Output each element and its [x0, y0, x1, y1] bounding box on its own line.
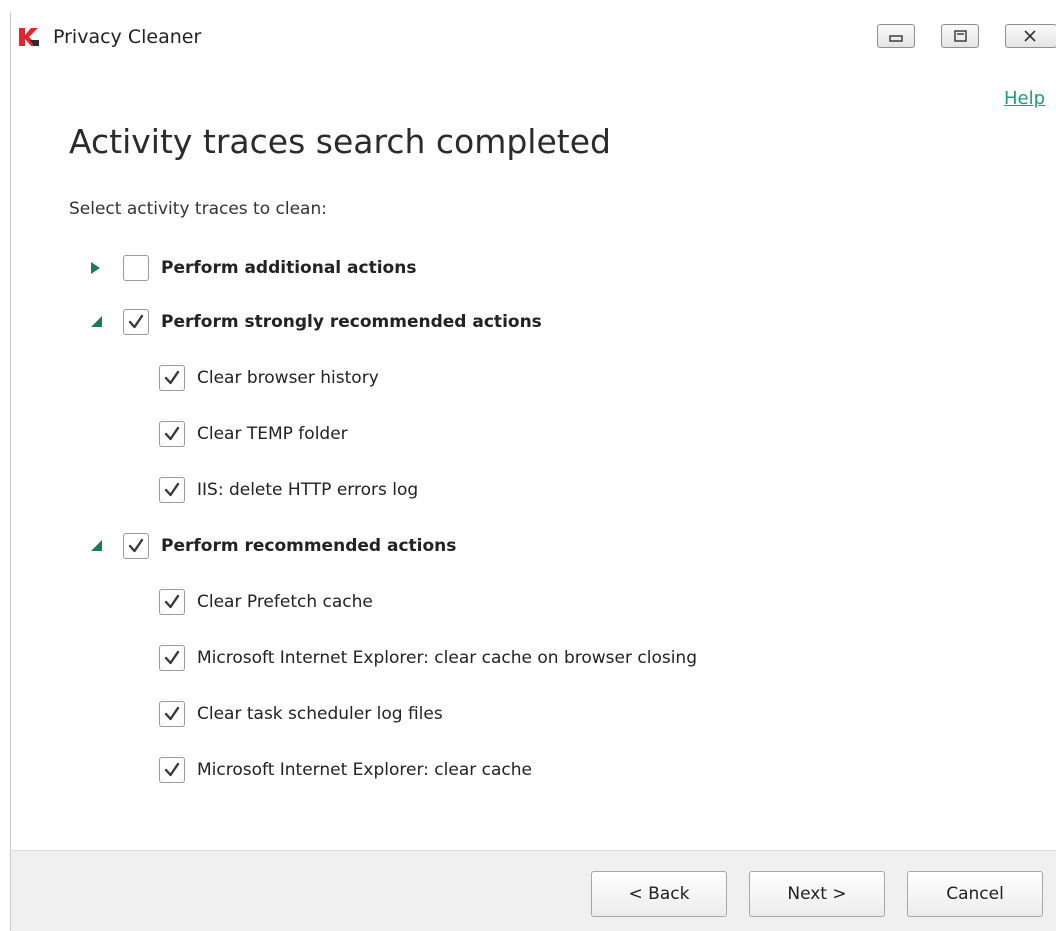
close-icon	[1024, 30, 1036, 42]
triangle-right-icon	[91, 262, 100, 274]
checkbox-additional[interactable]	[123, 255, 149, 281]
checkmark-icon	[164, 650, 180, 665]
checkmark-icon	[128, 314, 144, 329]
checkmark-icon	[128, 538, 144, 553]
subtitle: Select activity traces to clean:	[69, 199, 327, 219]
cancel-button[interactable]: Cancel	[907, 871, 1043, 917]
item-label: Clear TEMP folder	[197, 424, 348, 444]
checkbox-recommended[interactable]	[123, 533, 149, 559]
group-row-recommended[interactable]: Perform recommended actions	[123, 531, 456, 561]
list-item-ie-clear-cache[interactable]: Microsoft Internet Explorer: clear cache	[159, 755, 532, 785]
item-label: Clear browser history	[197, 368, 379, 388]
close-button[interactable]	[1005, 24, 1056, 48]
checkmark-icon	[164, 706, 180, 721]
checkmark-icon	[164, 482, 180, 497]
page-title: Activity traces search completed	[69, 122, 611, 161]
help-link[interactable]: Help	[1004, 88, 1045, 109]
maximize-button[interactable]	[941, 24, 979, 48]
item-label: Clear Prefetch cache	[197, 592, 373, 612]
kaspersky-logo-icon	[18, 27, 40, 47]
item-label: IIS: delete HTTP errors log	[197, 480, 419, 500]
collapse-toggle-strongly-recommended[interactable]	[89, 313, 103, 327]
triangle-down-icon	[91, 316, 102, 327]
group-row-strongly-recommended[interactable]: Perform strongly recommended actions	[123, 307, 542, 337]
minimize-button[interactable]	[877, 24, 915, 48]
item-label: Clear task scheduler log files	[197, 704, 443, 724]
checkmark-icon	[164, 762, 180, 777]
checkbox-strongly-recommended[interactable]	[123, 309, 149, 335]
list-item-clear-browser-history[interactable]: Clear browser history	[159, 363, 379, 393]
checkbox-ie-clear-cache[interactable]	[159, 757, 185, 783]
back-button[interactable]: < Back	[591, 871, 727, 917]
checkmark-icon	[164, 370, 180, 385]
checkmark-icon	[164, 594, 180, 609]
item-label: Microsoft Internet Explorer: clear cache…	[197, 648, 697, 668]
window-title: Privacy Cleaner	[53, 26, 202, 48]
checkmark-icon	[164, 426, 180, 441]
checkbox-clear-prefetch-cache[interactable]	[159, 589, 185, 615]
group-label: Perform strongly recommended actions	[161, 312, 542, 332]
item-label: Microsoft Internet Explorer: clear cache	[197, 760, 532, 780]
list-item-iis-delete-http-errors-log[interactable]: IIS: delete HTTP errors log	[159, 475, 418, 505]
footer-bar: < Back Next > Cancel	[11, 850, 1056, 931]
checkbox-clear-browser-history[interactable]	[159, 365, 185, 391]
triangle-down-icon	[91, 540, 102, 551]
checkbox-clear-task-scheduler-logs[interactable]	[159, 701, 185, 727]
expand-toggle-additional[interactable]	[89, 260, 103, 274]
list-item-clear-prefetch-cache[interactable]: Clear Prefetch cache	[159, 587, 373, 617]
title-bar: Privacy Cleaner	[11, 12, 1056, 62]
group-row-additional[interactable]: Perform additional actions	[123, 253, 416, 283]
list-item-ie-clear-cache-on-closing[interactable]: Microsoft Internet Explorer: clear cache…	[159, 643, 697, 673]
checkbox-iis-delete-http-errors-log[interactable]	[159, 477, 185, 503]
checkbox-clear-temp-folder[interactable]	[159, 421, 185, 447]
checkbox-ie-clear-cache-on-closing[interactable]	[159, 645, 185, 671]
group-label: Perform recommended actions	[161, 536, 457, 556]
list-item-clear-task-scheduler-logs[interactable]: Clear task scheduler log files	[159, 699, 443, 729]
group-label: Perform additional actions	[161, 258, 417, 278]
collapse-toggle-recommended[interactable]	[89, 537, 103, 551]
privacy-cleaner-window: Privacy Cleaner Help Activity traces sea…	[10, 12, 1056, 931]
maximize-icon	[954, 30, 967, 42]
next-button[interactable]: Next >	[749, 871, 885, 917]
minimize-icon	[889, 35, 903, 42]
list-item-clear-temp-folder[interactable]: Clear TEMP folder	[159, 419, 348, 449]
